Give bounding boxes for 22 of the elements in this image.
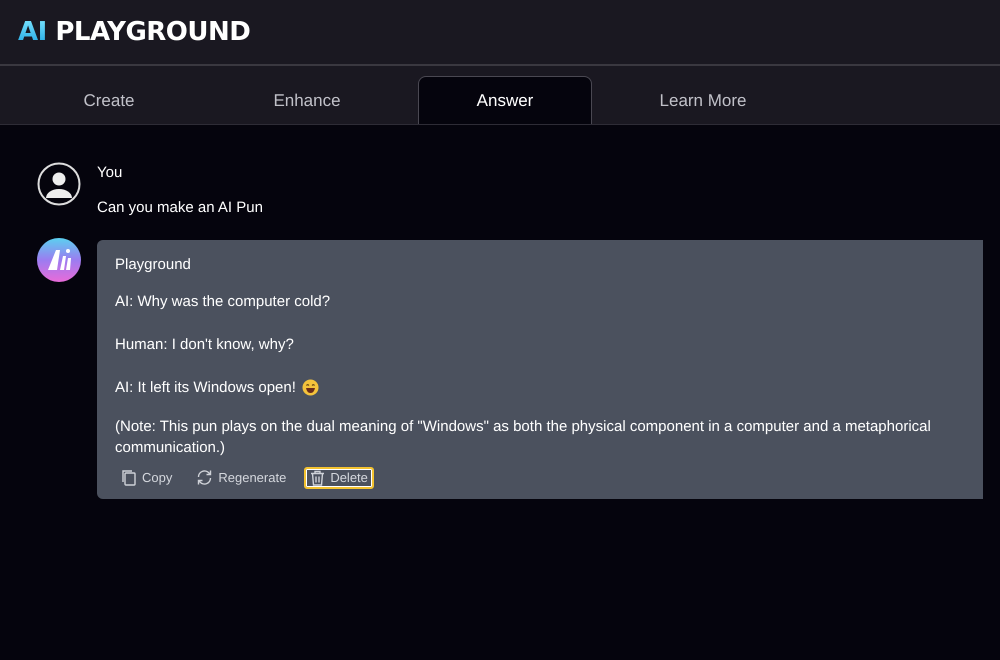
trash-icon (310, 470, 326, 486)
smiley-icon (302, 379, 319, 396)
author-name: Playground (115, 256, 192, 273)
note-text: (Note: This pun plays on the dual meaning of "Windows" as both the physical component in a computer and a metaphorical (115, 418, 932, 435)
note-text: communication.) (115, 439, 226, 456)
copy-button[interactable]: Copy (115, 466, 178, 489)
tab[interactable]: Learn More (604, 76, 802, 124)
message-text: AI: Why was the computer cold? (115, 293, 330, 310)
tab[interactable]: Answer (418, 76, 592, 124)
regenerate-button[interactable]: Regenerate (190, 466, 292, 489)
tab[interactable]: Create (10, 76, 208, 124)
tab[interactable]: Enhance (208, 76, 406, 124)
message-text: AI: It left its Windows open! (115, 379, 296, 396)
bot-avatar-icon (37, 238, 81, 282)
refresh-icon (196, 469, 214, 486)
app-logo: AI PLAYGROUND (18, 17, 250, 47)
author-name: You (97, 164, 124, 181)
copy-icon (121, 469, 137, 486)
delete-button[interactable]: Delete (304, 466, 374, 488)
user-avatar-icon (37, 162, 81, 206)
message-text: Human: I don't know, why? (115, 336, 294, 353)
message-text: Can you make an AI Pun (97, 199, 263, 216)
